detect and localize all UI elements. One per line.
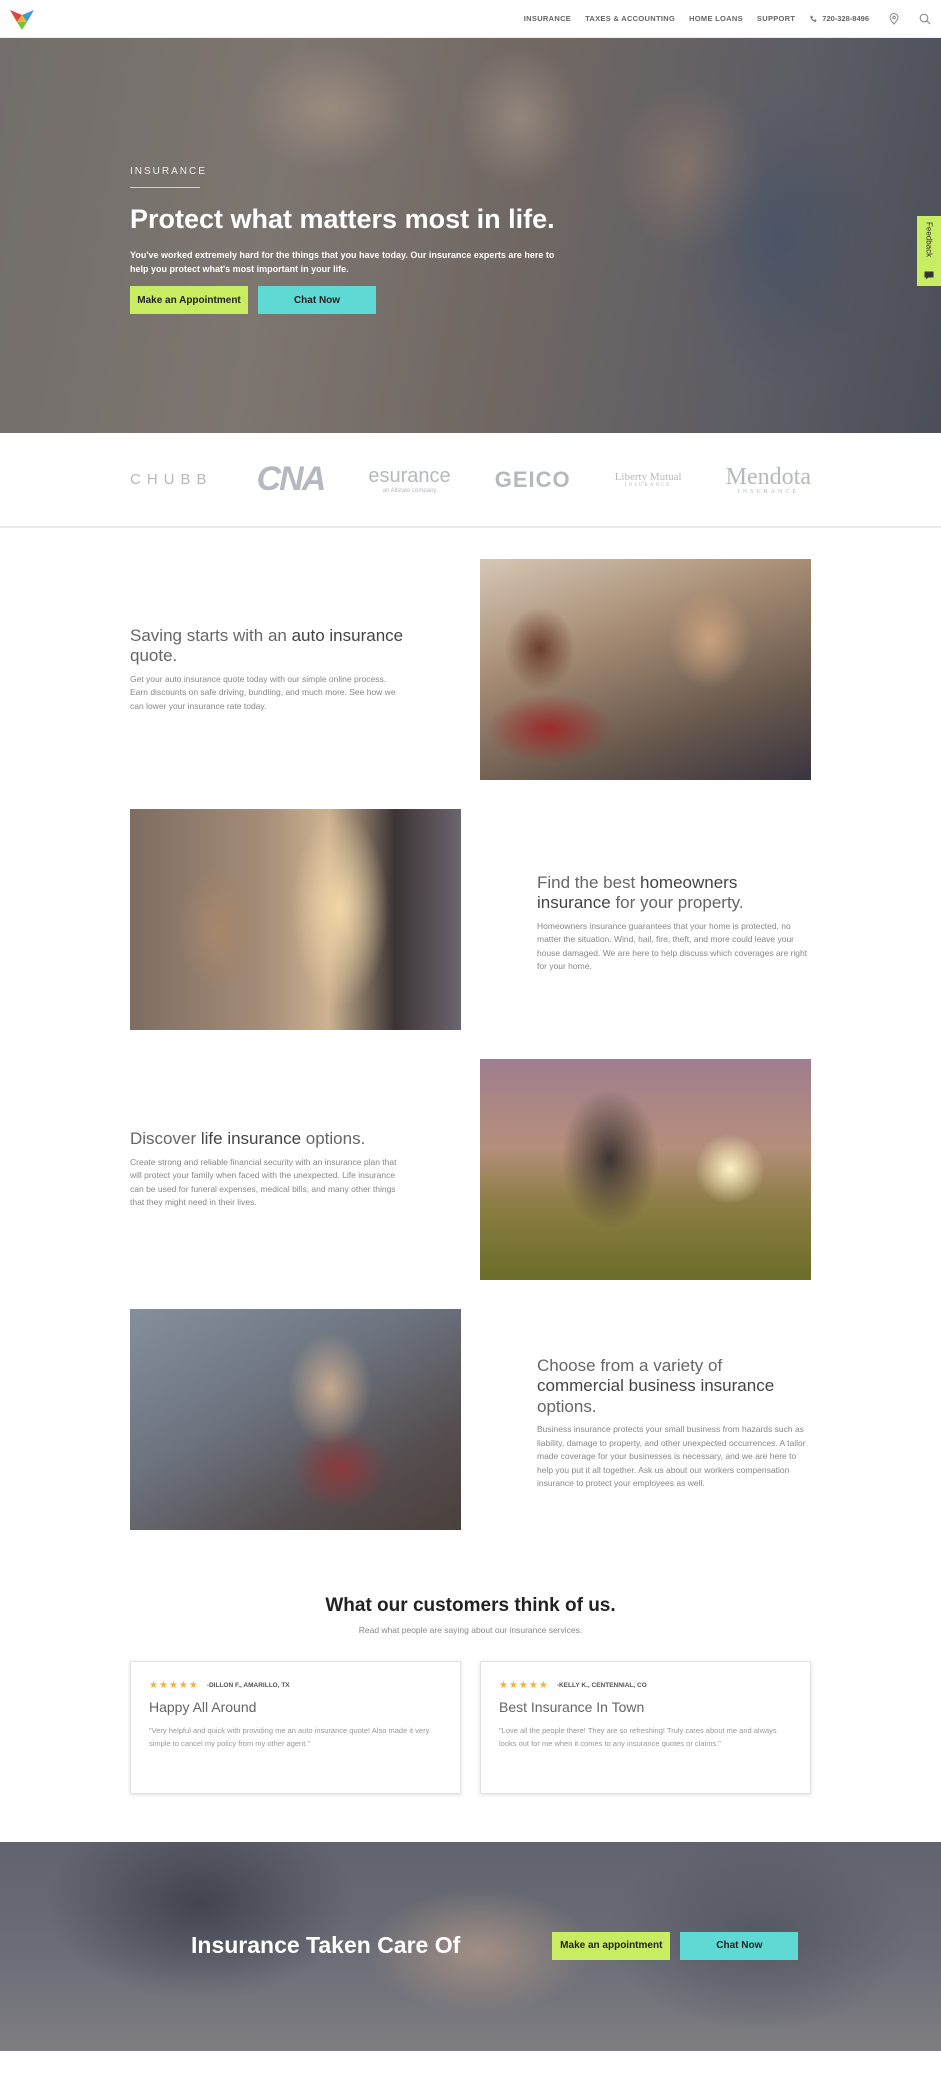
nav-support[interactable]: SUPPORT — [757, 14, 795, 23]
phone-number: 720-328-8496 — [822, 14, 869, 23]
liberty-wordmark: Liberty Mutual — [614, 471, 682, 483]
chubb-logo: CHUBB — [130, 471, 213, 488]
feature-title: Choose from a variety of commercial busi… — [537, 1355, 775, 1416]
testimonial-quote: "Very helpful and quick with providing m… — [149, 1726, 430, 1748]
esurance-logo: esurance an Allstate company — [368, 466, 450, 494]
cta-chat-now-button[interactable]: Chat Now — [680, 1931, 799, 1960]
nav-insurance[interactable]: INSURANCE — [524, 14, 571, 23]
esurance-wordmark: esurance — [368, 464, 451, 487]
business-photo — [130, 1309, 461, 1530]
hero-divider — [130, 187, 200, 188]
testimonial-card: ★★★★★ -DILLON F., AMARILLO, TX Happy All… — [130, 1661, 461, 1794]
life-photo — [480, 1059, 811, 1280]
testimonial-author: -DILLON F., AMARILLO, TX — [206, 1682, 290, 1689]
testimonial-author: -KELLY K., CENTENNIAL, CO — [556, 1682, 647, 1689]
feature-text: Get your auto insurance quote today with… — [130, 673, 396, 711]
cta-title: Insurance Taken Care Of — [191, 1932, 461, 1958]
company-logo-icon — [10, 9, 34, 30]
partner-logos: CHUBB CNA esurance an Allstate company G… — [0, 433, 941, 528]
map-pin-icon — [889, 12, 899, 25]
chat-bubble-icon — [924, 271, 934, 280]
logo-link[interactable] — [8, 6, 36, 32]
chat-now-button[interactable]: Chat Now — [258, 286, 376, 314]
nav-taxes-accounting[interactable]: TAXES & ACCOUNTING — [585, 14, 675, 23]
home-photo — [130, 809, 461, 1030]
cna-logo: CNA — [256, 460, 327, 498]
liberty-tagline: INSURANCE — [624, 483, 672, 488]
testimonial-quote: "Love all the people there! They are so … — [499, 1726, 777, 1748]
mendota-logo: Mendota INSURANCE — [726, 465, 811, 495]
phone-link[interactable]: 720-328-8496 — [809, 14, 869, 23]
feature-title: Discover life insurance options. — [130, 1129, 366, 1149]
phone-icon — [810, 15, 817, 22]
feature-business: Choose from a variety of commercial busi… — [130, 1309, 811, 1530]
mendota-wordmark: Mendota — [725, 463, 811, 490]
auto-photo — [480, 559, 811, 780]
hero-section: INSURANCE Protect what matters most in l… — [0, 38, 941, 433]
hero-text: You've worked extremely hard for the thi… — [130, 250, 555, 274]
liberty-mutual-logo: Liberty Mutual INSURANCE — [615, 471, 682, 488]
feature-life: Discover life insurance options. Create … — [130, 1059, 811, 1280]
feature-home: Find the best homeowners insurance for y… — [130, 809, 811, 1030]
cta-section: Insurance Taken Care Of Make an appointm… — [0, 1842, 941, 2051]
geico-logo: GEICO — [494, 466, 571, 492]
feature-title: Find the best homeowners insurance for y… — [537, 872, 744, 913]
testimonial-card: ★★★★★ -KELLY K., CENTENNIAL, CO Best Ins… — [480, 1661, 811, 1794]
search-icon — [919, 13, 931, 24]
site-header: INSURANCE TAXES & ACCOUNTING HOME LOANS … — [0, 0, 941, 38]
hero-eyebrow: INSURANCE — [130, 166, 207, 177]
feature-text: Business insurance protects your small b… — [537, 1424, 806, 1489]
star-rating-icon: ★★★★★ — [499, 1680, 549, 1691]
hero-title: Protect what matters most in life. — [130, 204, 555, 234]
nav-home-loans[interactable]: HOME LOANS — [689, 14, 743, 23]
mendota-tagline: INSURANCE — [737, 488, 799, 495]
testimonials-subtitle: Read what people are saying about our in… — [358, 1625, 583, 1635]
testimonial-title: Happy All Around — [149, 1699, 257, 1715]
feedback-label: Feedback — [924, 222, 934, 258]
feedback-tab[interactable]: Feedback — [917, 216, 941, 286]
feature-auto: Saving starts with an auto insurance quo… — [130, 559, 811, 780]
star-rating-icon: ★★★★★ — [149, 1680, 199, 1691]
testimonial-title: Best Insurance In Town — [499, 1699, 645, 1715]
feature-text: Homeowners insurance guarantees that you… — [537, 920, 808, 972]
testimonials-section: What our customers think of us. Read wha… — [0, 1530, 941, 1842]
location-button[interactable] — [889, 12, 899, 25]
make-appointment-button[interactable]: Make an Appointment — [130, 286, 248, 314]
cta-make-appointment-button[interactable]: Make an appointment — [552, 1931, 671, 1960]
search-button[interactable] — [919, 13, 931, 25]
testimonials-title: What our customers think of us. — [325, 1595, 616, 1616]
feature-title: Saving starts with an auto insurance quo… — [130, 625, 404, 666]
feature-text: Create strong and reliable financial sec… — [130, 1156, 397, 1208]
main-nav: INSURANCE TAXES & ACCOUNTING HOME LOANS … — [510, 12, 931, 25]
insurance-features: Saving starts with an auto insurance quo… — [0, 528, 941, 1530]
esurance-tagline: an Allstate company — [382, 487, 437, 494]
